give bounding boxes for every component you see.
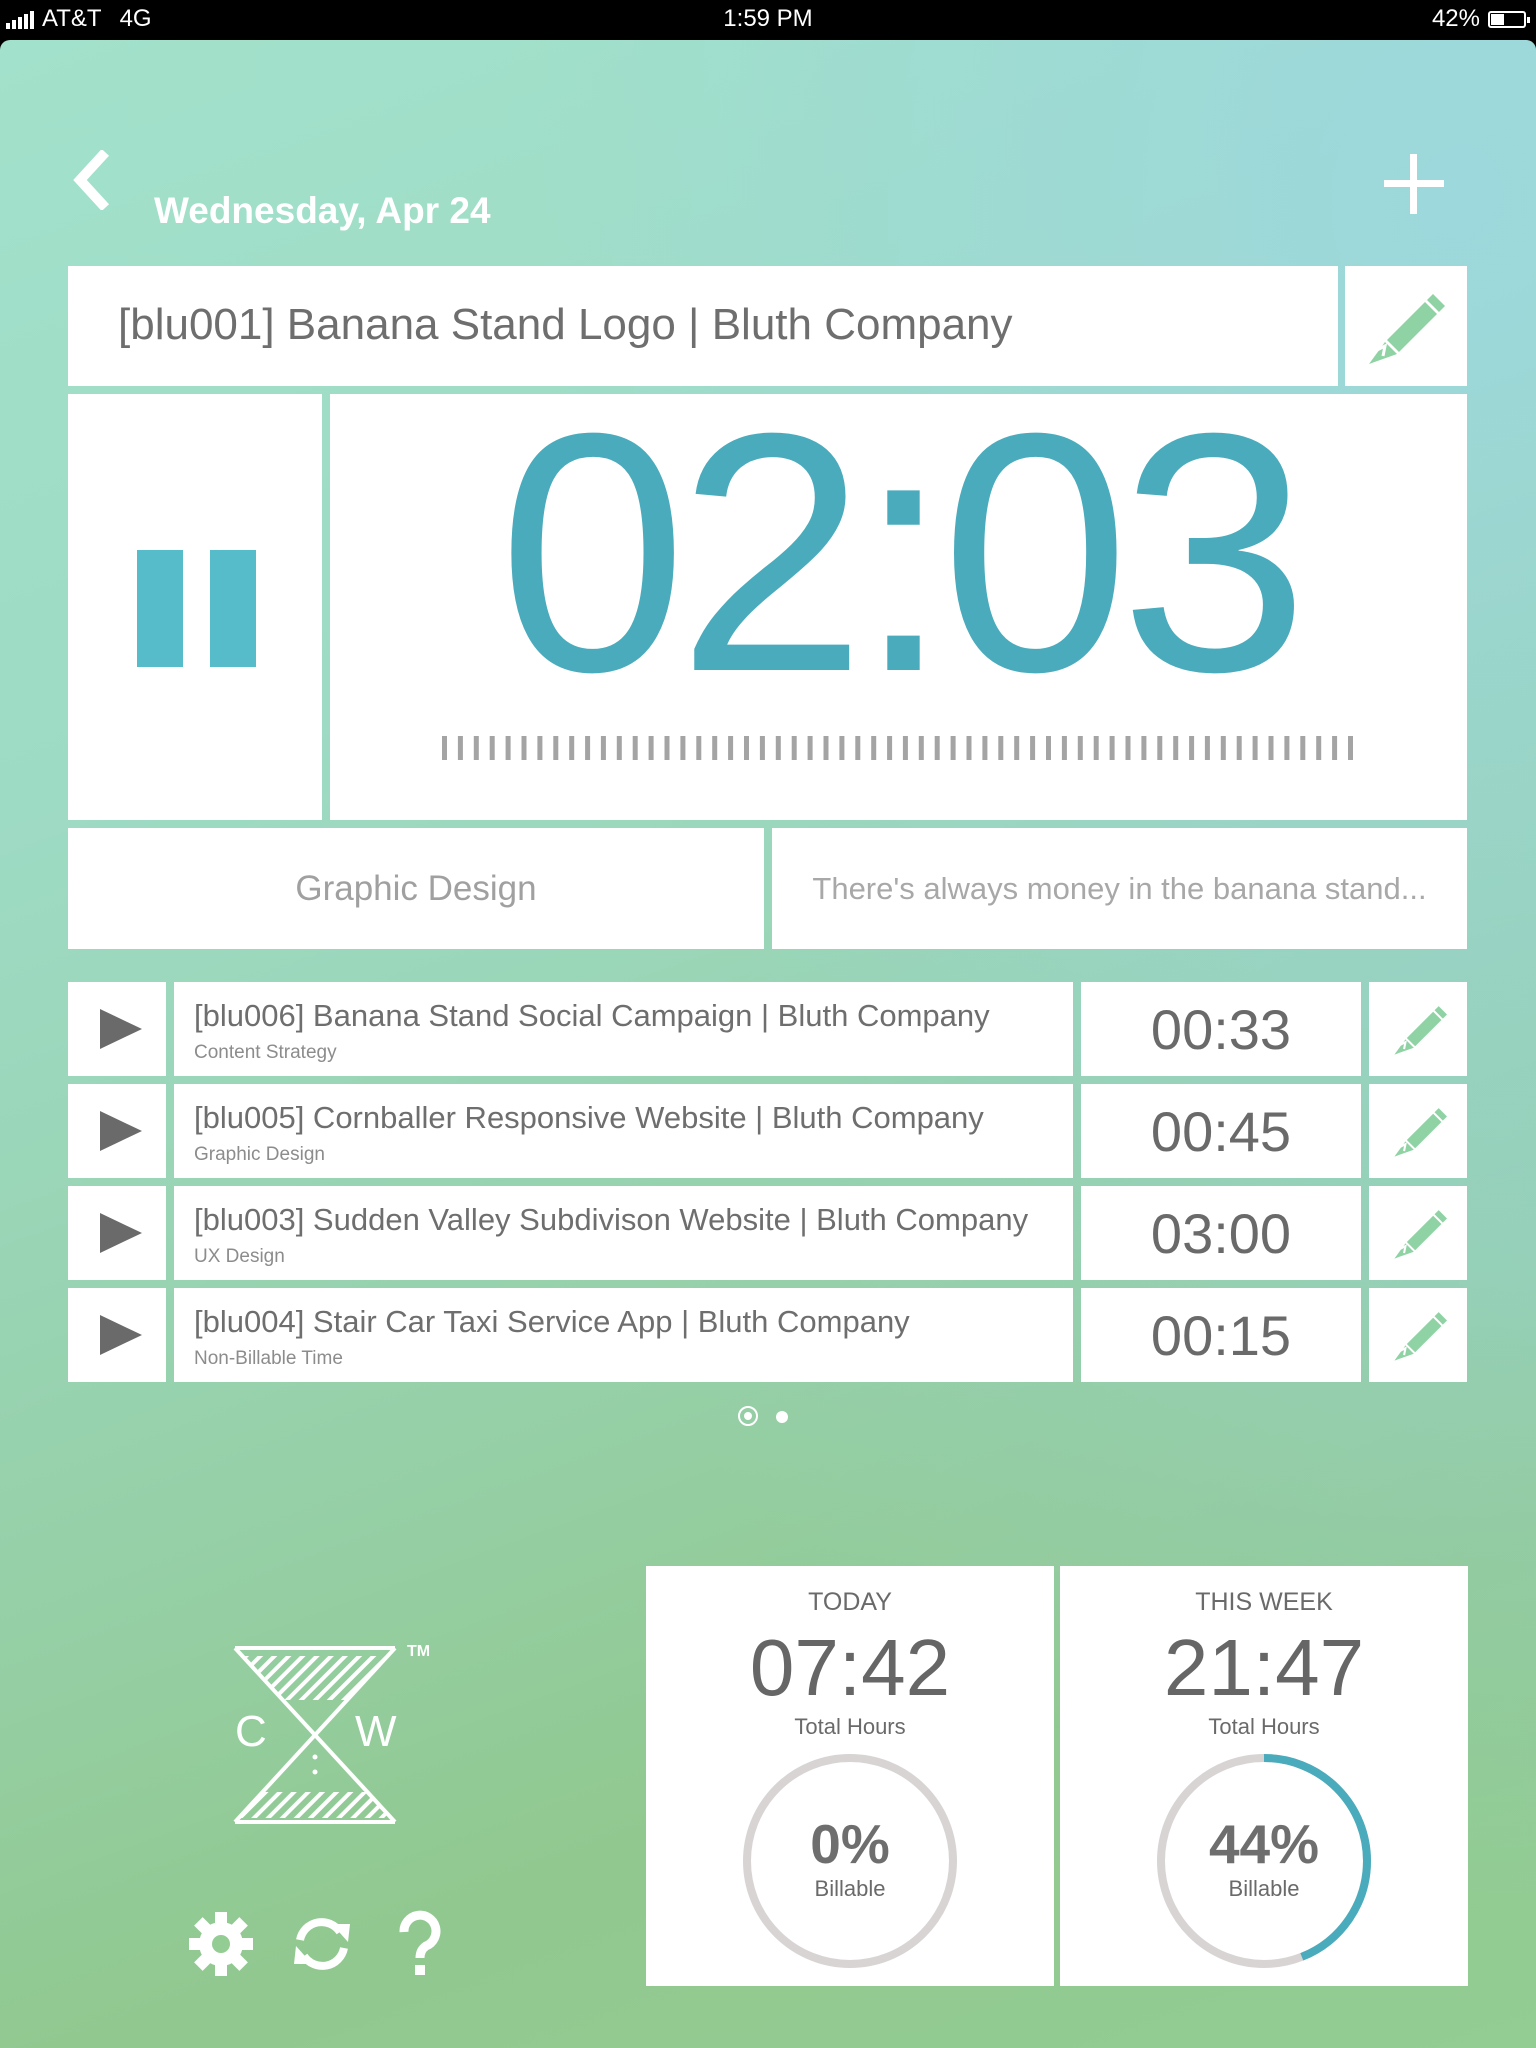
task-row: [blu004] Stair Car Taxi Service App | Bl… bbox=[68, 1288, 1467, 1382]
note-field[interactable]: There's always money in the banana stand… bbox=[772, 828, 1467, 949]
billable-label-today: Billable bbox=[814, 1876, 886, 1901]
battery-percent: 42% bbox=[1431, 5, 1480, 32]
stats-today-sub: Total Hours bbox=[794, 1714, 906, 1739]
help-icon[interactable] bbox=[386, 1910, 454, 1978]
carrier-label: AT&T bbox=[42, 5, 102, 32]
clock: 1:59 PM bbox=[723, 5, 813, 32]
task-category: Content Strategy bbox=[194, 1042, 337, 1063]
task-time: 00:45 bbox=[1081, 1084, 1361, 1178]
category-label: Graphic Design bbox=[295, 868, 537, 908]
play-icon bbox=[100, 1111, 142, 1151]
task-category: UX Design bbox=[194, 1246, 285, 1267]
task-time: 00:33 bbox=[1081, 982, 1361, 1076]
pause-button[interactable] bbox=[68, 394, 322, 820]
edit-active-task-button[interactable] bbox=[1345, 266, 1467, 386]
pencil-icon bbox=[1394, 1108, 1447, 1157]
pause-icon-left-bar bbox=[137, 550, 183, 667]
task-info[interactable]: [blu004] Stair Car Taxi Service App | Bl… bbox=[174, 1288, 1073, 1382]
page-dot-current[interactable] bbox=[738, 1406, 758, 1426]
add-task-button[interactable] bbox=[1380, 150, 1448, 218]
stats-week-sub: Total Hours bbox=[1208, 1714, 1320, 1739]
gear-icon[interactable] bbox=[187, 1910, 255, 1978]
task-info[interactable]: [blu006] Banana Stand Social Campaign | … bbox=[174, 982, 1073, 1076]
category-field[interactable]: Graphic Design bbox=[68, 828, 764, 949]
task-info[interactable]: [blu003] Sudden Valley Subdivison Websit… bbox=[174, 1186, 1073, 1280]
stats-today-hours: 07:42 bbox=[749, 1623, 951, 1712]
svg-text:W: W bbox=[355, 1707, 397, 1756]
pencil-icon bbox=[1369, 294, 1445, 364]
timer-tick-strip bbox=[442, 736, 1353, 760]
task-info[interactable]: [blu005] Cornballer Responsive Website |… bbox=[174, 1084, 1073, 1178]
task-name: [blu006] Banana Stand Social Campaign | … bbox=[194, 998, 990, 1033]
play-button[interactable] bbox=[68, 1084, 166, 1178]
note-text: There's always money in the banana stand… bbox=[812, 870, 1427, 906]
task-time: 03:00 bbox=[1081, 1186, 1361, 1280]
play-button[interactable] bbox=[68, 1288, 166, 1382]
task-row: [blu003] Sudden Valley Subdivison Websit… bbox=[68, 1186, 1467, 1280]
edit-task-button[interactable] bbox=[1369, 982, 1467, 1076]
pencil-icon bbox=[1394, 1210, 1447, 1259]
timer-display: 02:03 bbox=[498, 363, 1309, 743]
edit-task-button[interactable] bbox=[1369, 1288, 1467, 1382]
app-logo: C W TM bbox=[225, 1632, 445, 1832]
task-row: [blu005] Cornballer Responsive Website |… bbox=[68, 1084, 1467, 1178]
active-task-title: [blu001] Banana Stand Logo | Bluth Compa… bbox=[118, 300, 1013, 349]
signal-strength-icon bbox=[6, 9, 34, 29]
status-bar: AT&T 4G 1:59 PM 42% bbox=[0, 0, 1536, 40]
stats-week-hours: 21:47 bbox=[1163, 1623, 1365, 1712]
task-category: Non-Billable Time bbox=[194, 1348, 343, 1369]
network-label: 4G bbox=[119, 5, 152, 32]
billable-percent-today: 0% bbox=[810, 1813, 890, 1875]
page-dot[interactable] bbox=[776, 1411, 788, 1423]
play-button[interactable] bbox=[68, 982, 166, 1076]
play-icon bbox=[100, 1315, 142, 1355]
play-icon bbox=[100, 1009, 142, 1049]
stats-today-card: TODAY 07:42 Total Hours 0% Billable bbox=[646, 1566, 1054, 1986]
stats-week-label: THIS WEEK bbox=[1195, 1588, 1333, 1616]
edit-task-button[interactable] bbox=[1369, 1186, 1467, 1280]
battery-icon bbox=[1488, 10, 1530, 28]
task-name: [blu005] Cornballer Responsive Website |… bbox=[194, 1100, 984, 1135]
billable-percent-week: 44% bbox=[1208, 1813, 1320, 1875]
svg-text:TM: TM bbox=[407, 1643, 430, 1660]
billable-label-week: Billable bbox=[1228, 1876, 1300, 1901]
pause-icon-right-bar bbox=[210, 550, 256, 667]
page-title-date: Wednesday, Apr 24 bbox=[154, 190, 491, 231]
sync-icon[interactable] bbox=[288, 1910, 356, 1978]
task-name: [blu003] Sudden Valley Subdivison Websit… bbox=[194, 1202, 1029, 1237]
pencil-icon bbox=[1394, 1006, 1447, 1055]
task-time: 00:15 bbox=[1081, 1288, 1361, 1382]
edit-task-button[interactable] bbox=[1369, 1084, 1467, 1178]
stats-today-label: TODAY bbox=[808, 1588, 892, 1616]
play-icon bbox=[100, 1213, 142, 1253]
task-name: [blu004] Stair Car Taxi Service App | Bl… bbox=[194, 1304, 910, 1339]
pencil-icon bbox=[1394, 1312, 1447, 1361]
logo-letters: C bbox=[235, 1707, 267, 1756]
back-chevron-icon[interactable] bbox=[72, 148, 112, 212]
task-category: Graphic Design bbox=[194, 1144, 325, 1165]
stats-week-card: THIS WEEK 21:47 Total Hours 44% Billable bbox=[1060, 1566, 1468, 1986]
task-row: [blu006] Banana Stand Social Campaign | … bbox=[68, 982, 1467, 1076]
play-button[interactable] bbox=[68, 1186, 166, 1280]
